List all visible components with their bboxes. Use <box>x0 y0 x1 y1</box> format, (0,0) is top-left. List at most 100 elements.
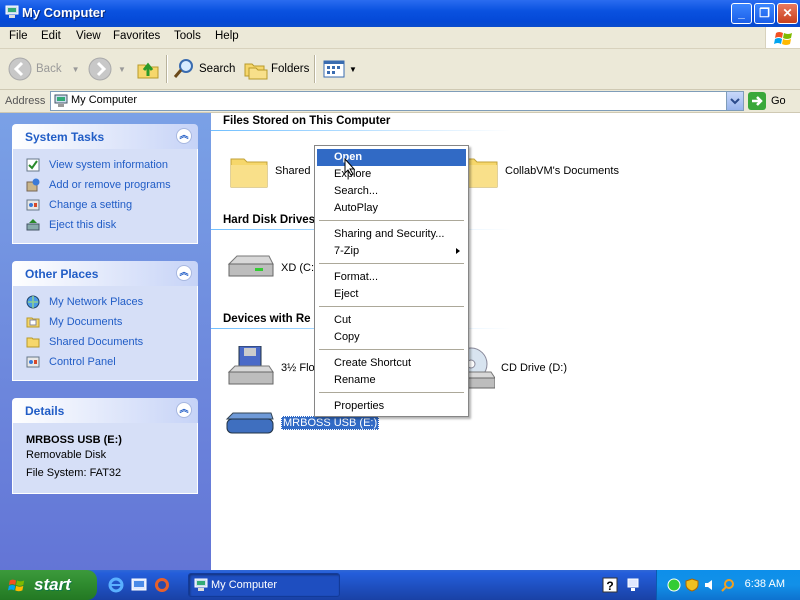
up-folder-button[interactable] <box>136 55 160 83</box>
views-button[interactable]: ▼ <box>322 55 357 83</box>
ctx-7zip[interactable]: 7-Zip <box>317 243 466 260</box>
ctx-eject[interactable]: Eject <box>317 286 466 303</box>
ctx-search[interactable]: Search... <box>317 183 466 200</box>
ctx-separator <box>319 349 464 350</box>
place-my-documents[interactable]: My Documents <box>13 312 197 332</box>
start-button[interactable]: start <box>0 570 97 600</box>
ctx-format[interactable]: Format... <box>317 269 466 286</box>
place-label: My Documents <box>49 316 123 328</box>
system-tasks-header[interactable]: System Tasks ︽ <box>12 124 198 149</box>
menu-help[interactable]: Help <box>215 30 239 42</box>
shared-folder-icon <box>26 337 40 348</box>
ctx-separator <box>319 392 464 393</box>
maximize-button[interactable]: ❐ <box>754 3 775 24</box>
show-desktop-icon[interactable] <box>131 577 147 593</box>
firefox-icon[interactable] <box>154 577 170 593</box>
back-button[interactable]: Back ▼ <box>8 55 80 83</box>
system-tray: 6:38 AM <box>656 570 800 600</box>
speaker-icon[interactable] <box>703 578 717 592</box>
toolbar-separator <box>166 55 168 83</box>
forward-button[interactable]: ▼ <box>88 55 126 83</box>
menu-bar: File Edit View Favorites Tools Help <box>0 27 800 49</box>
menu-tools[interactable]: Tools <box>174 30 201 42</box>
details-filesystem: File System: FAT32 <box>26 467 122 479</box>
place-control-panel[interactable]: Control Panel <box>13 352 197 372</box>
collapse-icon[interactable]: ︽ <box>176 128 192 144</box>
address-dropdown-button[interactable] <box>726 92 743 110</box>
place-shared-documents[interactable]: Shared Documents <box>13 332 197 352</box>
clock: 6:38 AM <box>744 578 785 590</box>
go-button[interactable]: Go <box>748 92 786 110</box>
details-title: Details <box>25 404 65 418</box>
back-dropdown-icon[interactable]: ▼ <box>72 65 80 74</box>
details-body: MRBOSS USB (E:) Removable Disk File Syst… <box>12 423 198 494</box>
internet-explorer-icon[interactable] <box>108 577 124 593</box>
task-view-system-info[interactable]: View system information <box>13 155 197 175</box>
close-button[interactable]: ✕ <box>777 3 798 24</box>
ctx-cut[interactable]: Cut <box>317 312 466 329</box>
forward-dropdown-icon[interactable]: ▼ <box>118 65 126 74</box>
task-eject-disk[interactable]: Eject this disk <box>13 215 197 235</box>
ctx-open[interactable]: Open <box>317 149 466 166</box>
start-label: start <box>34 575 71 594</box>
ctx-explore[interactable]: Explore <box>317 166 466 183</box>
ctx-sharing-security[interactable]: Sharing and Security... <box>317 226 466 243</box>
taskbar-item-label: My Computer <box>211 579 278 591</box>
ctx-copy[interactable]: Copy <box>317 329 466 346</box>
item-collabvm-documents[interactable]: CollabVM's Documents <box>459 151 619 191</box>
menu-file[interactable]: File <box>9 30 28 42</box>
collapse-icon[interactable]: ︽ <box>176 265 192 281</box>
my-computer-icon <box>194 578 208 591</box>
back-arrow-icon <box>8 57 32 81</box>
address-input[interactable]: My Computer <box>50 91 744 111</box>
item-shared-documents[interactable]: Shared <box>229 151 310 191</box>
network-places-icon <box>26 295 40 309</box>
task-label: Change a setting <box>49 199 133 211</box>
taskbar-my-computer[interactable]: My Computer <box>188 573 340 597</box>
forward-arrow-icon <box>88 57 112 81</box>
menu-view[interactable]: View <box>76 30 101 42</box>
folders-button[interactable]: Folders <box>244 55 309 83</box>
toolbar-separator <box>314 55 316 83</box>
details-header[interactable]: Details ︽ <box>12 398 198 423</box>
other-places-panel: Other Places ︽ My Network Places My Docu… <box>12 261 198 381</box>
place-label: Shared Documents <box>49 336 144 348</box>
search-tray-icon[interactable] <box>721 578 735 592</box>
task-label: View system information <box>49 159 169 171</box>
ctx-separator <box>319 263 464 264</box>
ctx-autoplay[interactable]: AutoPlay <box>317 200 466 217</box>
go-arrow-icon <box>748 92 766 110</box>
details-panel: Details ︽ MRBOSS USB (E:) Removable Disk… <box>12 398 198 494</box>
task-add-remove-programs[interactable]: Add or remove programs <box>13 175 197 195</box>
ctx-properties[interactable]: Properties <box>317 398 466 415</box>
floppy-drive-icon <box>227 346 274 385</box>
ctx-rename[interactable]: Rename <box>317 372 466 389</box>
item-floppy-drive[interactable]: 3½ Flop <box>225 346 321 390</box>
help-icon[interactable]: ? <box>602 577 618 593</box>
task-change-setting[interactable]: Change a setting <box>13 195 197 215</box>
place-label: Control Panel <box>49 356 116 368</box>
group-hard-disk-drives: Hard Disk Drives <box>223 214 316 226</box>
system-tasks-panel: System Tasks ︽ View system information A… <box>12 124 198 244</box>
minimize-button[interactable]: _ <box>731 3 752 24</box>
place-my-network-places[interactable]: My Network Places <box>13 292 197 312</box>
system-tasks-body: View system information Add or remove pr… <box>12 149 198 244</box>
search-button[interactable]: Search <box>172 55 235 83</box>
add-remove-programs-icon <box>26 178 40 192</box>
control-panel-icon <box>26 356 40 368</box>
ctx-create-shortcut[interactable]: Create Shortcut <box>317 355 466 372</box>
item-xd-drive[interactable]: XD (C:) <box>225 250 318 286</box>
other-places-header[interactable]: Other Places ︽ <box>12 261 198 286</box>
system-info-icon <box>26 158 40 172</box>
collapse-icon[interactable]: ︽ <box>176 402 192 418</box>
mouse-cursor-icon <box>344 158 356 176</box>
back-label: Back <box>36 63 62 75</box>
sync-icon[interactable] <box>667 578 681 592</box>
menu-favorites[interactable]: Favorites <box>113 30 160 42</box>
menu-edit[interactable]: Edit <box>41 30 61 42</box>
network-icon[interactable] <box>625 577 641 593</box>
task-label: Eject this disk <box>49 219 117 231</box>
control-panel-icon <box>26 199 40 211</box>
shield-icon[interactable] <box>685 578 699 592</box>
windows-logo <box>765 27 800 48</box>
